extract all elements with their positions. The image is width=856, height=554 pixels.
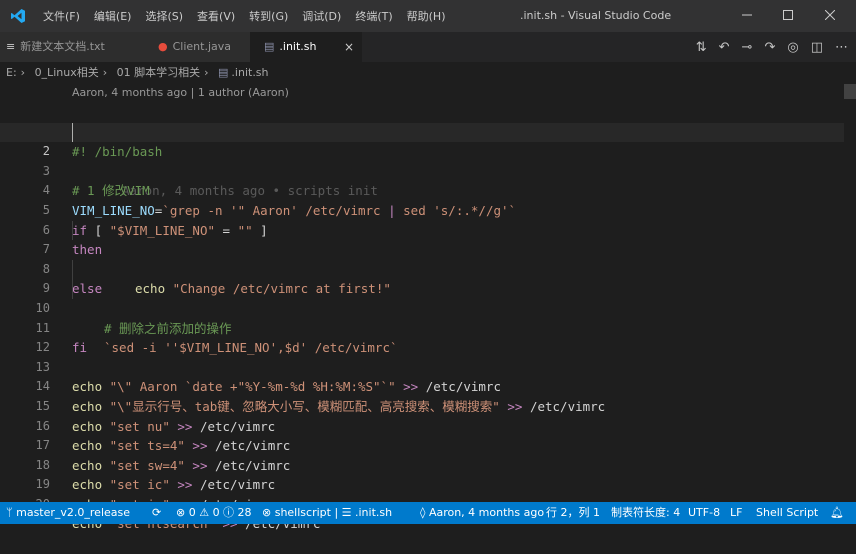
go-forward-icon[interactable]: ↷ bbox=[764, 40, 775, 55]
language-status[interactable]: Shell Script bbox=[756, 502, 818, 524]
go-back-icon[interactable]: ↶ bbox=[719, 40, 730, 55]
text-file-icon: ≡ bbox=[6, 40, 16, 53]
code-line: 5 if [ "$VIM_LINE_NO" = "" ] bbox=[0, 181, 856, 238]
breadcrumb-folder-1[interactable]: 0_Linux相关 bbox=[35, 66, 99, 79]
shell-file-icon: ▤ bbox=[264, 40, 275, 53]
minimize-icon bbox=[742, 14, 752, 16]
code-editor[interactable]: 1 #! /bin/bash 2 Aaron, 4 months ago • s… bbox=[0, 103, 856, 532]
code-line: 1 #! /bin/bash bbox=[0, 103, 856, 160]
menu-help[interactable]: 帮助(H) bbox=[400, 8, 453, 24]
breadcrumb: E: › 0_Linux相关 › 01 脚本学习相关 › ▤ .init.sh bbox=[0, 62, 856, 84]
title-bar: 文件(F) 编辑(E) 选择(S) 查看(V) 转到(G) 调试(D) 终端(T… bbox=[0, 0, 856, 32]
tab-client-java[interactable]: ● Client.java bbox=[140, 32, 250, 62]
chevron-right-icon: › bbox=[204, 66, 209, 79]
menu-edit[interactable]: 编辑(E) bbox=[87, 8, 139, 24]
tab-init-sh[interactable]: ▤ .init.sh × bbox=[250, 32, 362, 62]
code-line: 3 # 1 修改VIM bbox=[0, 142, 856, 199]
close-icon bbox=[824, 9, 836, 21]
code-line: 18 echo "set ic" >> /etc/vimrc bbox=[0, 436, 856, 493]
code-line: 8 else bbox=[0, 240, 856, 297]
commit-icon: ◊ bbox=[420, 506, 429, 519]
more-actions-icon[interactable]: ⋯ bbox=[835, 40, 848, 55]
eol-status[interactable]: LF bbox=[730, 502, 742, 524]
blame-icon[interactable]: ⊸ bbox=[742, 40, 753, 55]
notification-bell-icon[interactable]: 🔔︎ bbox=[830, 502, 844, 524]
cursor-position-status[interactable]: 行 2，列 1 bbox=[546, 502, 600, 524]
vertical-scrollbar[interactable] bbox=[844, 84, 856, 502]
code-line: 19 echo "set is" >> /etc/vimrc bbox=[0, 456, 856, 512]
close-window-button[interactable] bbox=[810, 0, 850, 32]
menu-selection[interactable]: 选择(S) bbox=[138, 8, 190, 24]
indent-guide bbox=[72, 259, 73, 280]
menu-go[interactable]: 转到(G) bbox=[242, 8, 295, 24]
java-file-icon: ● bbox=[158, 40, 168, 53]
branch-status[interactable]: ᛘ master_v2.0_release bbox=[6, 502, 130, 524]
shellscript-status[interactable]: ⊗ shellscript | ☰ .init.sh bbox=[262, 502, 392, 524]
code-line-current: 2 Aaron, 4 months ago • scripts init bbox=[0, 122, 856, 198]
code-line: 4 VIM_LINE_NO=`grep -n '" Aaron' /etc/vi… bbox=[0, 162, 856, 218]
encoding-status[interactable]: UTF-8 bbox=[688, 502, 720, 524]
code-line: 9 # 删除之前添加的操作 bbox=[0, 259, 856, 336]
window-title: .init.sh - Visual Studio Code bbox=[520, 9, 672, 22]
indent-guide bbox=[72, 220, 73, 241]
shell-file-icon: ▤ bbox=[218, 66, 229, 79]
code-line: 20 echo "set hlsearch" >> /etc/vimrc bbox=[0, 475, 856, 532]
maximize-icon bbox=[783, 10, 793, 20]
menu-bar: 文件(F) 编辑(E) 选择(S) 查看(V) 转到(G) 调试(D) 终端(T… bbox=[36, 0, 453, 32]
sync-icon[interactable]: ⟳ bbox=[152, 502, 161, 524]
breadcrumb-file[interactable]: .init.sh bbox=[231, 66, 268, 79]
problems-status[interactable]: ⊗ 0 ⚠ 0 ⓘ 28 bbox=[176, 502, 252, 524]
status-bar: ᛘ master_v2.0_release ⟳ ⊗ 0 ⚠ 0 ⓘ 28 ⊗ s… bbox=[0, 502, 856, 524]
code-line: 11 fi bbox=[0, 299, 856, 356]
split-editor-icon[interactable]: ◫ bbox=[811, 40, 823, 55]
menu-view[interactable]: 查看(V) bbox=[190, 8, 242, 24]
tab-new-text-document[interactable]: ≡ 新建文本文档.txt bbox=[0, 32, 140, 62]
scrollbar-thumb[interactable] bbox=[844, 84, 856, 99]
text-cursor bbox=[72, 122, 73, 143]
code-line: 10 `sed -i ''$VIM_LINE_NO',$d' /etc/vimr… bbox=[0, 279, 856, 355]
chevron-right-icon: › bbox=[102, 66, 108, 79]
code-line: 16 echo "set ts=4" >> /etc/vimrc bbox=[0, 397, 856, 454]
minimize-button[interactable] bbox=[727, 0, 767, 32]
tab-close-icon[interactable]: × bbox=[344, 32, 354, 62]
code-line: 17 echo "set sw=4" >> /etc/vimrc bbox=[0, 417, 856, 473]
chevron-right-icon: › bbox=[20, 66, 26, 79]
code-line: 7 echo "Change /etc/vimrc at first!" bbox=[0, 220, 856, 296]
vscode-logo-icon bbox=[11, 9, 25, 23]
tab-size-status[interactable]: 制表符长度: 4 bbox=[611, 502, 680, 524]
maximize-button[interactable] bbox=[768, 0, 808, 32]
editor-tabs: ≡ 新建文本文档.txt ● Client.java ▤ .init.sh × ⇅ ↶… bbox=[0, 32, 856, 62]
code-line: 6 then bbox=[0, 201, 856, 258]
gitlens-icon[interactable]: ◎ bbox=[787, 40, 798, 55]
menu-file[interactable]: 文件(F) bbox=[36, 8, 87, 24]
breadcrumb-drive[interactable]: E: bbox=[6, 66, 17, 79]
indent-guide bbox=[72, 279, 73, 299]
code-line: 13 echo "\" Aaron `date +"%Y-%m-%d %H:%M… bbox=[0, 338, 856, 395]
blame-status[interactable]: ◊ Aaron, 4 months ago bbox=[420, 502, 544, 524]
git-branch-icon: ᛘ bbox=[6, 506, 17, 519]
menu-debug[interactable]: 调试(D) bbox=[295, 8, 348, 24]
code-line: 15 echo "set nu" >> /etc/vimrc bbox=[0, 377, 856, 434]
open-changes-icon[interactable]: ⇅ bbox=[696, 40, 707, 55]
code-line: 12 bbox=[0, 319, 856, 354]
blame-codelens[interactable]: Aaron, 4 months ago | 1 author (Aaron) bbox=[72, 84, 289, 102]
code-line: 14 echo "\"显示行号、tab键、忽略大小写、模糊匹配、高亮搜索、模糊搜… bbox=[0, 358, 856, 414]
editor-actions: ⇅ ↶ ⊸ ↷ ◎ ◫ ⋯ bbox=[696, 32, 848, 62]
breadcrumb-folder-2[interactable]: 01 脚本学习相关 bbox=[117, 66, 201, 79]
menu-terminal[interactable]: 终端(T) bbox=[348, 8, 399, 24]
